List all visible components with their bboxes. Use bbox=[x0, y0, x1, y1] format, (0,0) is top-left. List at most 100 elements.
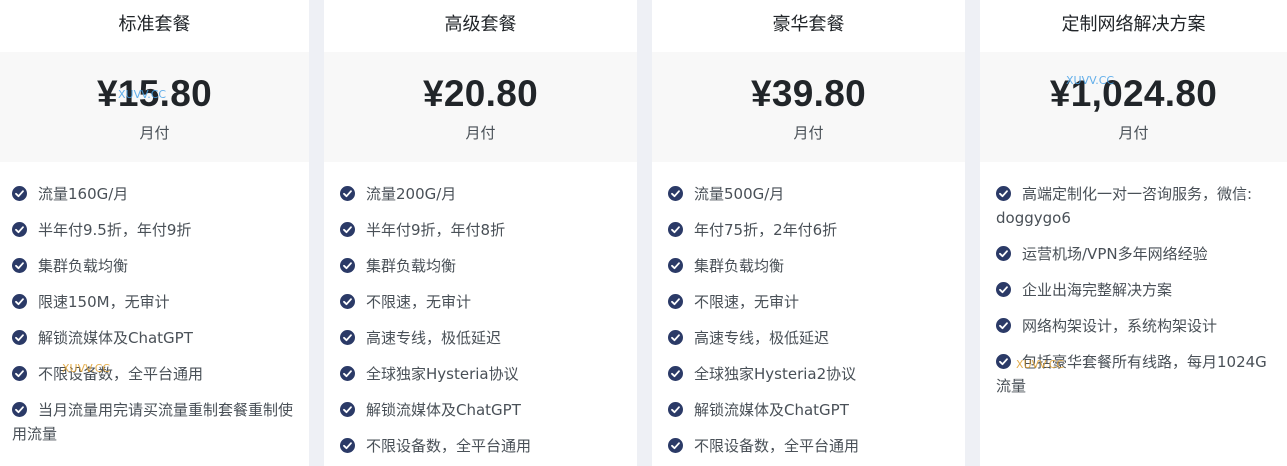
plan-name: 定制网络解决方案 bbox=[1061, 14, 1206, 35]
check-circle-icon bbox=[12, 330, 27, 345]
feature-item: 集群负载均衡 bbox=[668, 254, 953, 278]
feature-item: 全球独家Hysteria2协议 bbox=[668, 362, 953, 386]
feature-item: 集群负载均衡 bbox=[340, 254, 625, 278]
pricing-plans: 标准套餐 ¥15.80 月付 流量160G/月 半年付9.5折，年付9折 集群负… bbox=[0, 0, 1287, 466]
plan-name: 标准套餐 bbox=[118, 14, 191, 35]
plan-card-deluxe: 豪华套餐 ¥39.80 月付 流量500G/月 年付75折，2年付6折 集群负载… bbox=[652, 0, 965, 466]
feature-item: 流量160G/月 bbox=[12, 182, 297, 206]
feature-item: 解锁流媒体及ChatGPT bbox=[12, 326, 297, 350]
feature-item: 半年付9.5折，年付9折 bbox=[12, 218, 297, 242]
check-circle-icon bbox=[668, 294, 683, 309]
feature-text: 年付75折，2年付6折 bbox=[694, 221, 838, 239]
feature-text: 不限设备数，全平台通用 bbox=[694, 437, 860, 455]
check-circle-icon bbox=[996, 246, 1011, 261]
feature-list: 高端定制化一对一咨询服务，微信: doggygo6 运营机场/VPN多年网络经验… bbox=[980, 162, 1287, 398]
feature-item: 包括豪华套餐所有线路，每月1024G流量 bbox=[996, 350, 1281, 398]
feature-text: 不限设备数，全平台通用 bbox=[38, 365, 204, 383]
feature-item: 运营机场/VPN多年网络经验 bbox=[996, 242, 1281, 266]
feature-text: 解锁流媒体及ChatGPT bbox=[694, 401, 849, 419]
feature-list: 流量200G/月 半年付9折，年付8折 集群负载均衡 不限速，无审计 高速专线，… bbox=[324, 162, 637, 458]
check-circle-icon bbox=[668, 186, 683, 201]
check-circle-icon bbox=[12, 402, 27, 417]
feature-text: 解锁流媒体及ChatGPT bbox=[366, 401, 521, 419]
check-circle-icon bbox=[996, 282, 1011, 297]
plan-period: 月付 bbox=[139, 124, 170, 142]
feature-list: 流量160G/月 半年付9.5折，年付9折 集群负载均衡 限速150M，无审计 … bbox=[0, 162, 309, 446]
check-circle-icon bbox=[12, 294, 27, 309]
feature-item: 解锁流媒体及ChatGPT bbox=[340, 398, 625, 422]
plan-card-standard: 标准套餐 ¥15.80 月付 流量160G/月 半年付9.5折，年付9折 集群负… bbox=[0, 0, 309, 466]
feature-text: 企业出海完整解决方案 bbox=[1022, 281, 1173, 299]
plan-card-custom: 定制网络解决方案 ¥1,024.80 月付 高端定制化一对一咨询服务，微信: d… bbox=[980, 0, 1287, 466]
check-circle-icon bbox=[996, 318, 1011, 333]
feature-text: 集群负载均衡 bbox=[694, 257, 785, 275]
feature-text: 流量160G/月 bbox=[38, 185, 129, 203]
check-circle-icon bbox=[340, 366, 355, 381]
feature-text: 不限速，无审计 bbox=[694, 293, 800, 311]
check-circle-icon bbox=[340, 186, 355, 201]
feature-list: 流量500G/月 年付75折，2年付6折 集群负载均衡 不限速，无审计 高速专线… bbox=[652, 162, 965, 458]
feature-text: 包括豪华套餐所有线路，每月1024G流量 bbox=[996, 353, 1267, 395]
plan-name: 豪华套餐 bbox=[772, 14, 845, 35]
feature-text: 全球独家Hysteria协议 bbox=[366, 365, 519, 383]
check-circle-icon bbox=[668, 258, 683, 273]
feature-item: 不限速，无审计 bbox=[340, 290, 625, 314]
price-box: ¥15.80 月付 bbox=[0, 52, 309, 162]
feature-item: 网络构架设计，系统构架设计 bbox=[996, 314, 1281, 338]
feature-text: 解锁流媒体及ChatGPT bbox=[38, 329, 193, 347]
feature-item: 集群负载均衡 bbox=[12, 254, 297, 278]
feature-text: 运营机场/VPN多年网络经验 bbox=[1022, 245, 1208, 263]
feature-text: 全球独家Hysteria2协议 bbox=[694, 365, 857, 383]
feature-text: 高速专线，极低延迟 bbox=[366, 329, 502, 347]
feature-text: 半年付9.5折，年付9折 bbox=[38, 221, 192, 239]
price-box: ¥39.80 月付 bbox=[652, 52, 965, 162]
feature-text: 流量200G/月 bbox=[366, 185, 457, 203]
check-circle-icon bbox=[12, 186, 27, 201]
check-circle-icon bbox=[340, 330, 355, 345]
plan-card-advanced: 高级套餐 ¥20.80 月付 流量200G/月 半年付9折，年付8折 集群负载均… bbox=[324, 0, 637, 466]
feature-text: 网络构架设计，系统构架设计 bbox=[1022, 317, 1218, 335]
plan-price: ¥39.80 bbox=[751, 73, 866, 114]
feature-text: 不限设备数，全平台通用 bbox=[366, 437, 532, 455]
check-circle-icon bbox=[340, 438, 355, 453]
check-circle-icon bbox=[668, 222, 683, 237]
feature-item: 流量200G/月 bbox=[340, 182, 625, 206]
feature-item: 解锁流媒体及ChatGPT bbox=[668, 398, 953, 422]
feature-item: 不限速，无审计 bbox=[668, 290, 953, 314]
feature-item: 不限设备数，全平台通用 bbox=[12, 362, 297, 386]
feature-text: 流量500G/月 bbox=[694, 185, 785, 203]
plan-period: 月付 bbox=[1118, 124, 1149, 142]
feature-item: 年付75折，2年付6折 bbox=[668, 218, 953, 242]
plan-price: ¥15.80 bbox=[97, 73, 212, 114]
price-box: ¥20.80 月付 bbox=[324, 52, 637, 162]
feature-item: 高速专线，极低延迟 bbox=[668, 326, 953, 350]
check-circle-icon bbox=[996, 354, 1011, 369]
feature-text: 半年付9折，年付8折 bbox=[366, 221, 506, 239]
plan-price: ¥20.80 bbox=[423, 73, 538, 114]
plan-name: 高级套餐 bbox=[444, 14, 517, 35]
check-circle-icon bbox=[340, 258, 355, 273]
check-circle-icon bbox=[668, 330, 683, 345]
feature-text: 集群负载均衡 bbox=[366, 257, 457, 275]
feature-text: 不限速，无审计 bbox=[366, 293, 472, 311]
check-circle-icon bbox=[12, 366, 27, 381]
check-circle-icon bbox=[668, 366, 683, 381]
feature-item: 高速专线，极低延迟 bbox=[340, 326, 625, 350]
check-circle-icon bbox=[340, 222, 355, 237]
check-circle-icon bbox=[668, 438, 683, 453]
feature-text: 高速专线，极低延迟 bbox=[694, 329, 830, 347]
check-circle-icon bbox=[12, 258, 27, 273]
feature-item: 流量500G/月 bbox=[668, 182, 953, 206]
feature-item: 限速150M，无审计 bbox=[12, 290, 297, 314]
feature-text: 限速150M，无审计 bbox=[38, 293, 170, 311]
check-circle-icon bbox=[668, 402, 683, 417]
feature-item: 半年付9折，年付8折 bbox=[340, 218, 625, 242]
feature-item: 高端定制化一对一咨询服务，微信: doggygo6 bbox=[996, 182, 1281, 230]
feature-item: 企业出海完整解决方案 bbox=[996, 278, 1281, 302]
plan-period: 月付 bbox=[793, 124, 824, 142]
feature-text: 集群负载均衡 bbox=[38, 257, 129, 275]
feature-item: 当月流量用完请买流量重制套餐重制使用流量 bbox=[12, 398, 297, 446]
plan-period: 月付 bbox=[465, 124, 496, 142]
check-circle-icon bbox=[340, 294, 355, 309]
feature-item: 不限设备数，全平台通用 bbox=[340, 434, 625, 458]
